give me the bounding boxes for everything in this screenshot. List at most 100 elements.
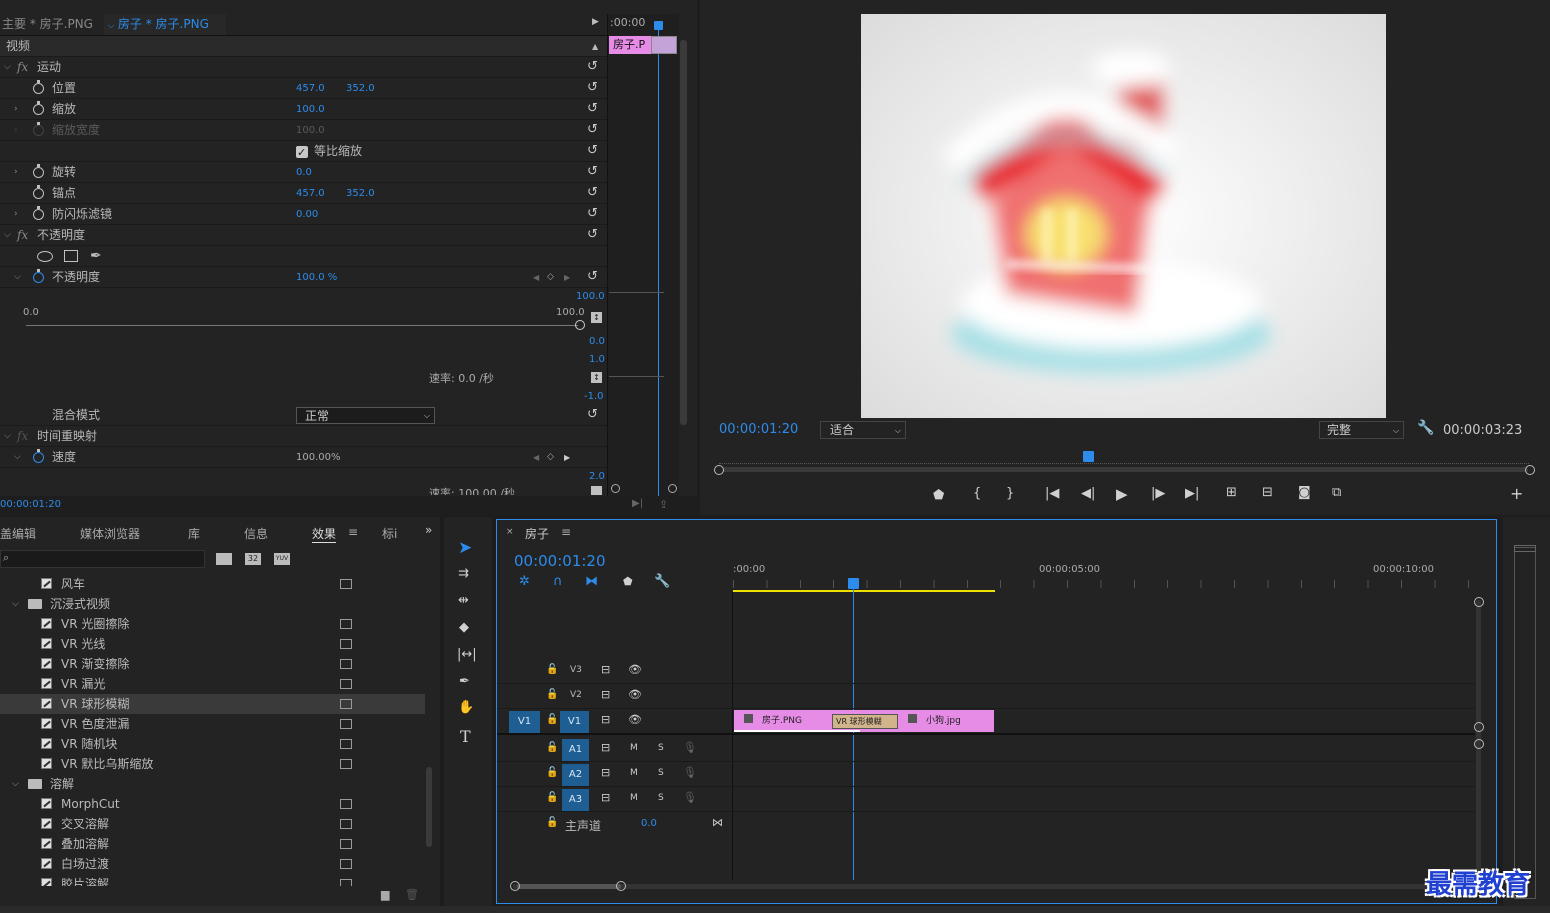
ec-antiflicker-value[interactable]: 0.00 (296, 204, 318, 225)
collapse-up-icon[interactable]: ▲ (592, 36, 598, 57)
stopwatch-active-icon[interactable] (33, 269, 44, 283)
effects-list-item[interactable]: VR 渐变擦除 (0, 654, 425, 674)
tab-markers[interactable]: 标i (382, 525, 397, 542)
stopwatch-icon[interactable] (33, 185, 44, 199)
chevron-down-icon[interactable]: ⌵ (4, 57, 11, 78)
lock-icon[interactable]: 🔓 (546, 767, 558, 778)
track-a1-label[interactable]: A1 (562, 739, 589, 761)
effects-scrollbar[interactable] (426, 767, 432, 847)
tab-media-browser[interactable]: 媒体浏览器 (80, 525, 140, 542)
reset-icon[interactable]: ↺ (587, 144, 599, 157)
reset-icon[interactable]: ↺ (587, 186, 599, 199)
reset-icon[interactable]: ↺ (587, 228, 599, 241)
next-keyframe-icon[interactable]: ▶ (564, 447, 570, 468)
track-a3-label[interactable]: A3 (562, 789, 589, 811)
chevron-down-icon[interactable]: ⌵ (14, 447, 21, 468)
lock-icon[interactable]: 🔓 (546, 742, 558, 753)
ec-tab-clip[interactable]: ⌵ 房子 * 房子.PNG (104, 14, 226, 35)
reset-icon[interactable]: ↺ (587, 270, 599, 283)
snap-icon[interactable]: ∩ (553, 574, 563, 589)
ec-blend-select[interactable]: 正常 ⌵ (296, 407, 435, 424)
reset-icon[interactable]: ↺ (587, 207, 599, 220)
32bit-effects-icon[interactable]: 32 (245, 553, 261, 565)
track-master[interactable]: 🔓 主声道 0.0 ⋈ (497, 813, 732, 837)
graph-toggle-icon[interactable]: ↕ (591, 312, 602, 323)
filter-icon[interactable]: ▶| (632, 498, 643, 509)
reset-icon[interactable]: ↺ (587, 408, 599, 421)
graph-toggle-icon[interactable]: ↕ (591, 372, 602, 383)
track-v3-label[interactable]: V3 (570, 665, 582, 675)
track-a2[interactable]: 🔓 A2 ⊟ M S 🎙 (497, 763, 1475, 787)
selection-tool-icon[interactable]: ➤ (458, 538, 472, 558)
effects-list-item[interactable]: VR 光圈擦除 (0, 614, 425, 634)
ec-row-anchor[interactable]: 锚点 457.0 352.0 ↺ (0, 183, 607, 204)
ec-mini-timeline[interactable]: :00:00 房子.P (607, 14, 679, 500)
pen-tool-icon[interactable]: ✒ (459, 674, 470, 689)
add-keyframe-icon[interactable]: ◇ (547, 447, 554, 468)
wrench-icon[interactable]: 🔧 (1417, 420, 1434, 436)
ellipse-mask-icon[interactable] (37, 251, 53, 262)
pm-quality-select[interactable]: 完整 ⌵ (1319, 421, 1404, 439)
sync-lock-icon[interactable]: ⊟ (601, 741, 610, 754)
reset-icon[interactable]: ↺ (587, 123, 599, 136)
ec-row-opacity-group[interactable]: ⌵ fx 不透明度 ↺ (0, 225, 607, 246)
track-v1-label[interactable]: V1 (560, 711, 589, 733)
reset-icon[interactable]: ↺ (587, 165, 599, 178)
chevron-right-icon[interactable]: › (14, 204, 18, 225)
ec-row-speed[interactable]: ⌵ 速度 100.00% ◀ ◇ ▶ (0, 447, 607, 468)
go-to-out-icon[interactable]: ▶| (1185, 486, 1199, 501)
ec-mini-scroll-right[interactable] (668, 484, 677, 493)
effects-folder[interactable]: ⌵ 溶解 (0, 774, 425, 794)
tl-scroll-right-handle[interactable] (616, 881, 626, 891)
chevron-down-icon[interactable]: ⌵ (4, 426, 11, 447)
chevron-down-icon[interactable]: ⌵ (14, 267, 21, 288)
tl-timecode[interactable]: 00:00:01:20 (514, 552, 606, 570)
ec-mini-transition[interactable] (651, 36, 677, 54)
tab-info[interactable]: 信息 (244, 525, 268, 542)
pen-mask-icon[interactable]: ✒ (90, 246, 102, 267)
stopwatch-icon[interactable] (33, 80, 44, 94)
plus-icon[interactable]: + (1510, 484, 1523, 503)
microphone-icon[interactable]: 🎙 (683, 741, 697, 754)
ec-row-time-remap[interactable]: ⌵ fx 时间重映射 (0, 426, 607, 447)
fx-icon[interactable]: fx (17, 225, 28, 246)
reset-icon[interactable]: ↺ (587, 81, 599, 94)
ec-row-scale[interactable]: › 缩放 100.0 ↺ (0, 99, 607, 120)
pm-zoom-left-handle[interactable] (714, 465, 724, 475)
tl-horizontal-thumb[interactable] (517, 884, 621, 889)
ec-mini-scroll-left[interactable] (611, 484, 620, 493)
lock-icon[interactable]: 🔓 (546, 689, 558, 700)
camera-icon[interactable]: ◙ (1298, 485, 1311, 500)
chevron-down-icon[interactable]: ⌵ (4, 225, 11, 246)
eye-icon[interactable]: 👁 (628, 688, 642, 701)
lock-icon[interactable]: 🔓 (546, 792, 558, 803)
track-select-tool-icon[interactable]: ⇉ (458, 566, 469, 581)
track-a1[interactable]: 🔓 A1 ⊟ M S 🎙 (497, 738, 1475, 762)
sync-lock-icon[interactable]: ⊟ (601, 791, 610, 804)
mark-out-icon[interactable]: } (1006, 486, 1014, 501)
pm-zoom-right-handle[interactable] (1525, 465, 1535, 475)
chevron-down-icon[interactable]: ⌵ (12, 774, 19, 794)
track-v3[interactable]: 🔓 V3 ⊟ 👁 (497, 660, 1475, 684)
ec-rotation-value[interactable]: 0.0 (296, 162, 312, 183)
ec-speed-value[interactable]: 100.00% (296, 447, 341, 468)
tl-scroll-left-handle[interactable] (510, 881, 520, 891)
pm-timecode[interactable]: 00:00:01:20 (719, 422, 798, 437)
mute-button[interactable]: M (630, 793, 638, 803)
microphone-icon[interactable]: 🎙 (683, 766, 697, 779)
effects-list-item[interactable]: 交叉溶解 (0, 814, 425, 834)
lock-icon[interactable]: 🔓 (546, 714, 558, 725)
effects-list-item[interactable]: VR 默比乌斯缩放 (0, 754, 425, 774)
ec-scale-value[interactable]: 100.0 (296, 99, 325, 120)
effects-list-item[interactable]: 风车 (0, 574, 425, 594)
effects-list-item[interactable]: 叠加溶解 (0, 834, 425, 854)
sync-lock-icon[interactable]: ⊟ (601, 663, 610, 676)
transition-spherical-blur[interactable]: VR 球形模糊 (832, 714, 898, 729)
tl-work-area-bar[interactable] (733, 590, 995, 592)
effects-list-item[interactable]: VR 光线 (0, 634, 425, 654)
solo-button[interactable]: S (658, 768, 664, 778)
track-v2[interactable]: 🔓 V2 ⊟ 👁 (497, 685, 1475, 709)
step-forward-icon[interactable]: |▶ (1151, 486, 1165, 501)
tl-vscroll-mid-handle2[interactable] (1474, 739, 1484, 749)
lock-icon[interactable]: 🔓 (546, 664, 558, 675)
